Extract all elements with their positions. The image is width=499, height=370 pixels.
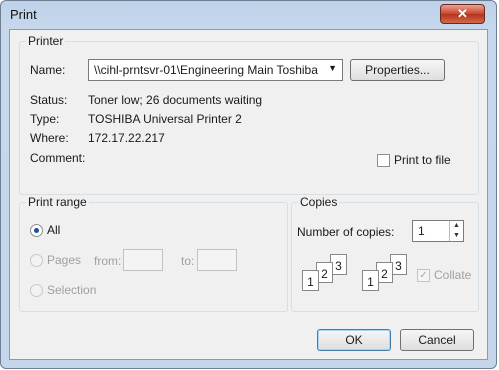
copies-group-label: Copies (298, 195, 340, 209)
where-label: Where: (30, 131, 69, 145)
type-label: Type: (30, 112, 60, 126)
close-icon: ✕ (457, 6, 468, 21)
range-pages-radio[interactable] (30, 254, 43, 267)
collate-page: 1 (302, 270, 319, 291)
printer-group: Printer Name: \\cihl-prntsvr-01\Engineer… (19, 34, 479, 195)
number-of-copies-label: Number of copies: (297, 225, 395, 239)
range-selection-label[interactable]: Selection (47, 283, 96, 297)
to-label: to: (181, 254, 195, 268)
type-value: TOSHIBA Universal Printer 2 (88, 112, 242, 126)
collate-page: 1 (362, 270, 379, 291)
where-value: 172.17.22.217 (88, 131, 165, 145)
print-range-group: Print range All Pages from: to: Selectio… (19, 195, 288, 312)
collate-label[interactable]: Collate (434, 268, 471, 282)
ok-button[interactable]: OK (317, 329, 391, 351)
status-value: Toner low; 26 documents waiting (88, 93, 263, 107)
range-selection-radio[interactable] (30, 284, 43, 297)
cancel-button[interactable]: Cancel (400, 329, 474, 351)
printer-name-value: \\cihl-prntsvr-01\Engineering Main Toshi… (94, 63, 318, 77)
range-all-label[interactable]: All (47, 223, 60, 237)
range-all-radio[interactable] (30, 224, 43, 237)
printer-name-select[interactable]: \\cihl-prntsvr-01\Engineering Main Toshi… (88, 59, 343, 81)
to-page-input[interactable] (197, 249, 237, 271)
status-label: Status: (30, 93, 68, 107)
from-page-input[interactable] (123, 249, 163, 271)
copies-group: Copies Number of copies: 1 ▲ ▼ 3 2 1 3 2 … (291, 195, 479, 312)
comment-label: Comment: (30, 151, 86, 165)
print-dialog: Print ✕ Printer Name: \\cihl-prntsvr-01\… (0, 0, 497, 369)
printer-group-label: Printer (26, 34, 66, 48)
properties-button[interactable]: Properties... (350, 59, 445, 81)
number-of-copies-spinner[interactable]: 1 ▲ ▼ (412, 220, 464, 242)
from-label: from: (94, 254, 122, 268)
chevron-down-icon: ▼ (328, 63, 337, 73)
dialog-body: Printer Name: \\cihl-prntsvr-01\Engineer… (9, 29, 488, 360)
dialog-title: Print (10, 7, 37, 22)
title-bar[interactable]: Print ✕ (1, 1, 496, 27)
range-pages-label[interactable]: Pages (47, 253, 81, 267)
collate-checkbox[interactable]: ✓ (417, 269, 430, 282)
name-label: Name: (30, 63, 66, 77)
spinner-arrows-icon[interactable]: ▲ ▼ (449, 221, 463, 241)
print-to-file-checkbox[interactable] (377, 154, 390, 167)
close-button[interactable]: ✕ (440, 4, 485, 24)
number-of-copies-value: 1 (418, 224, 425, 238)
radio-selected-dot (34, 228, 39, 233)
print-range-group-label: Print range (26, 195, 89, 209)
print-to-file-label[interactable]: Print to file (394, 153, 451, 167)
